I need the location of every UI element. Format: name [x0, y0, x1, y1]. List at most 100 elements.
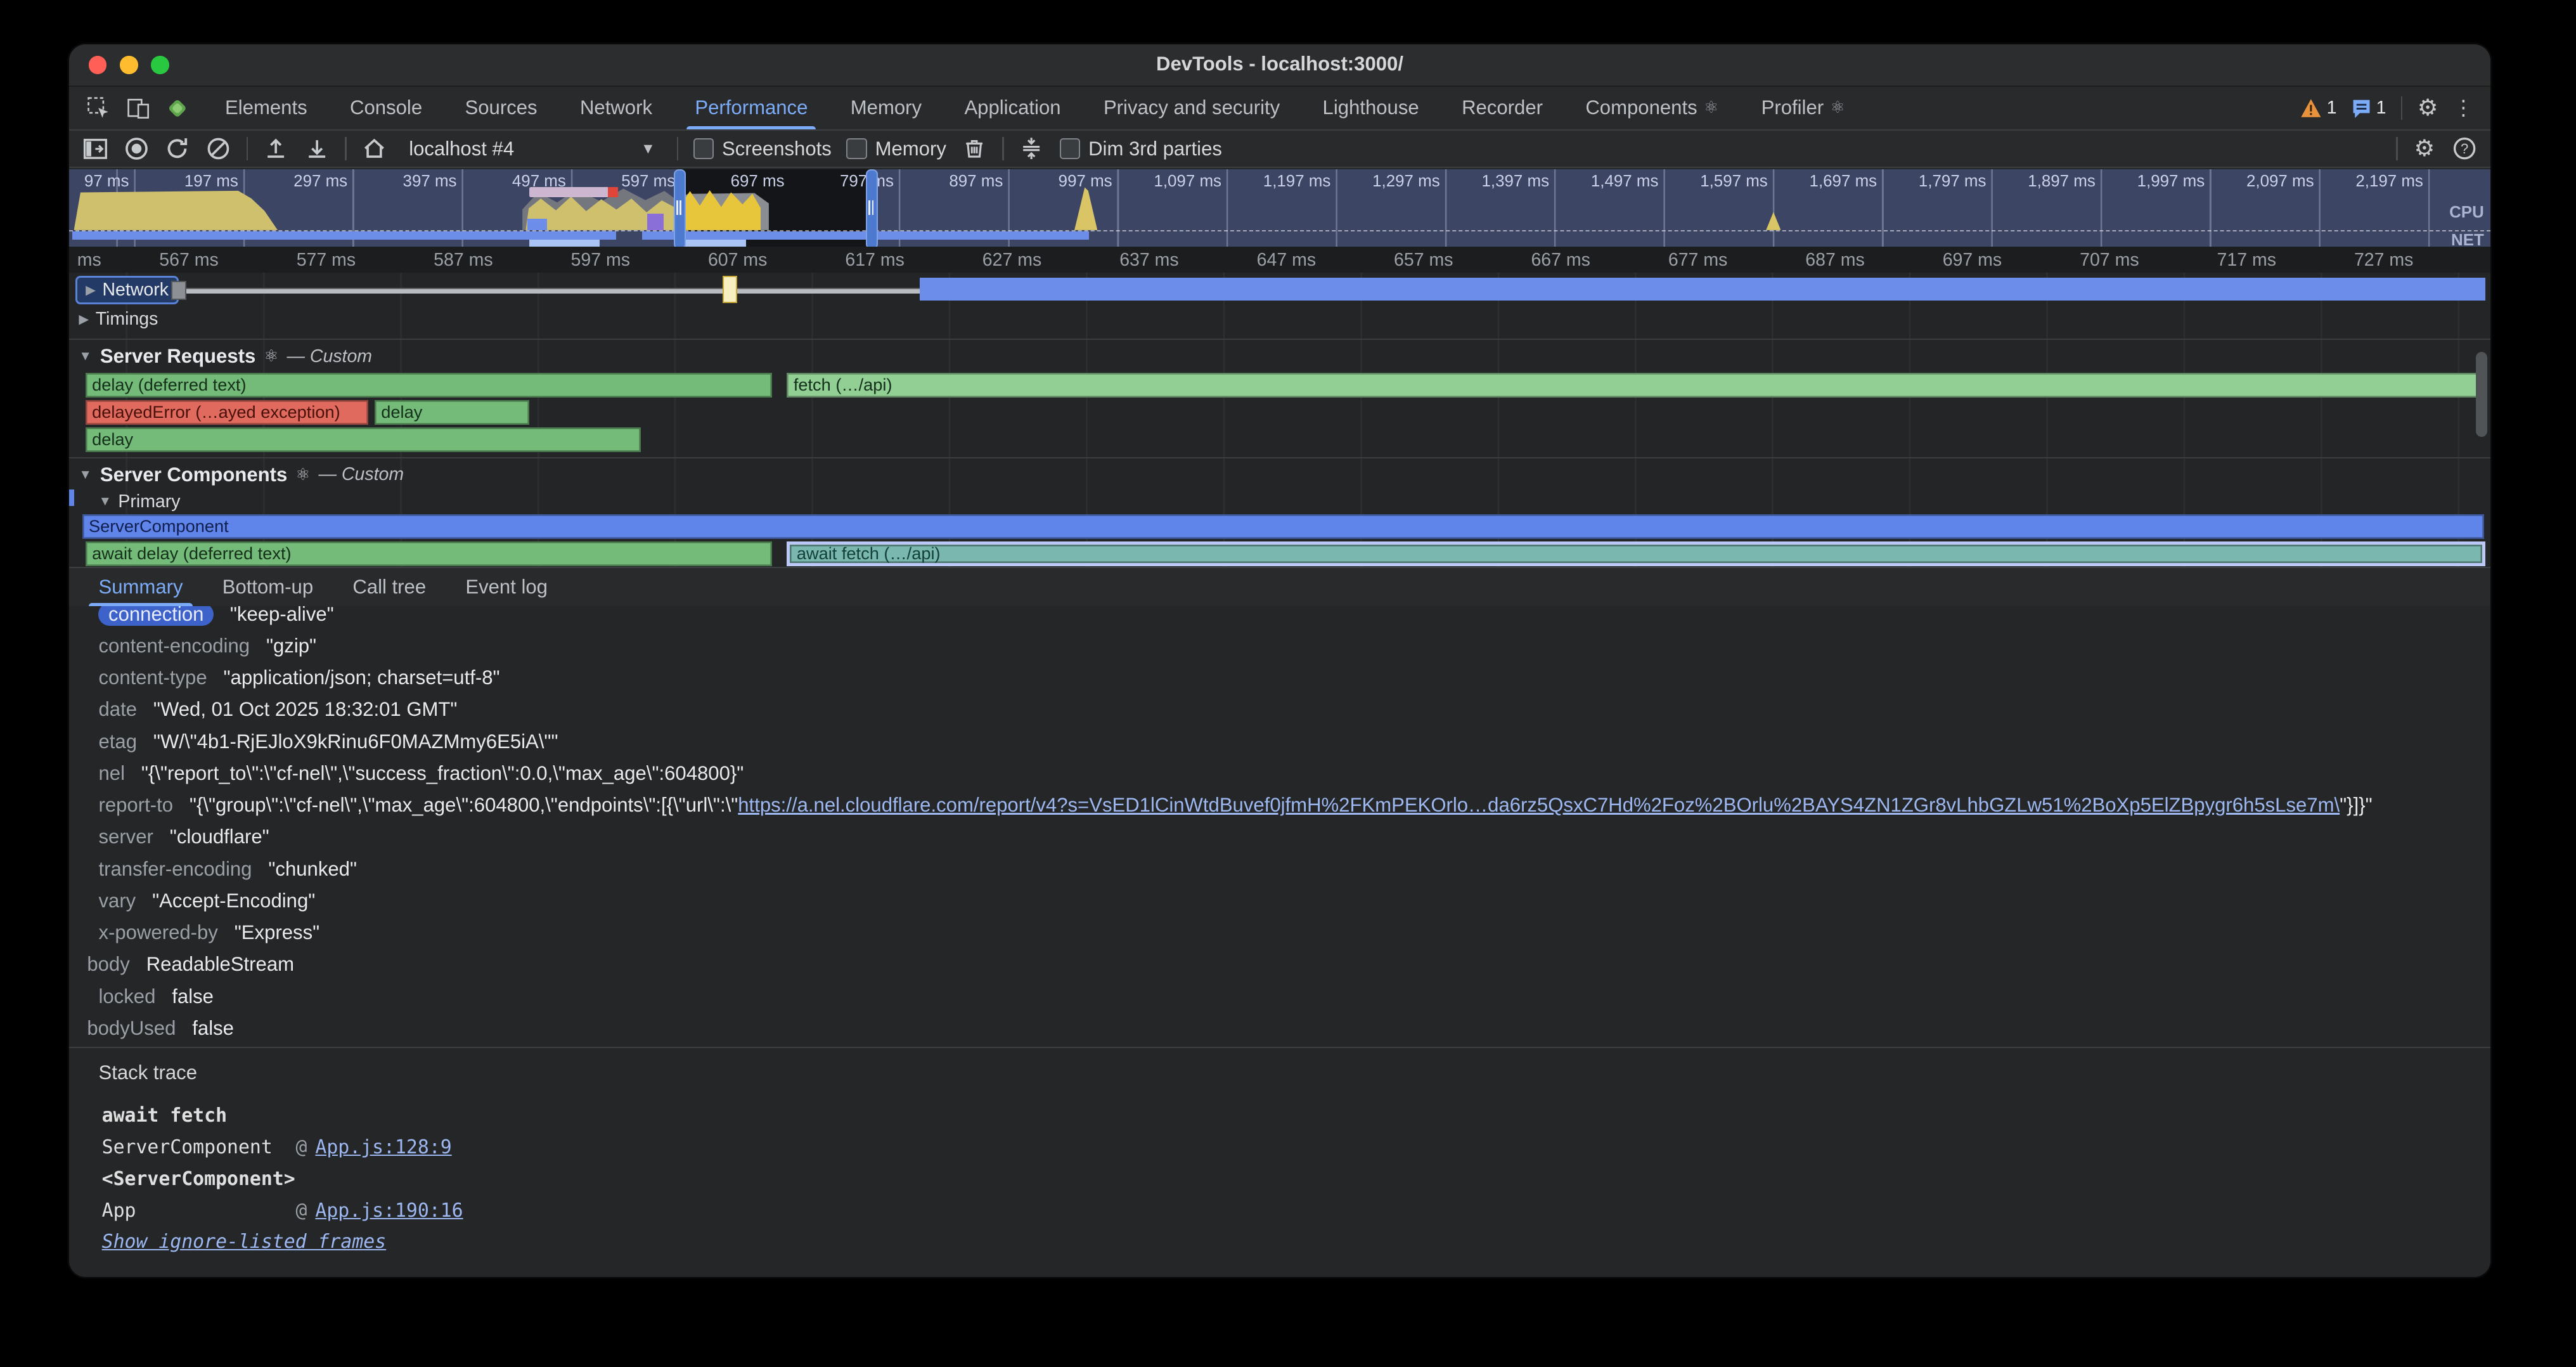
tab-performance[interactable]: Performance: [674, 87, 829, 129]
more-options-icon[interactable]: ⋮: [2453, 95, 2475, 120]
timeline-overview[interactable]: 97 ms197 ms297 ms397 ms497 ms597 ms697 m…: [69, 169, 2490, 247]
history-selected-value: localhost #4: [409, 138, 514, 160]
frame-source-link[interactable]: App.js:190:16: [315, 1200, 463, 1222]
tab-summary[interactable]: Summary: [79, 568, 202, 606]
property-value: "}]}": [2340, 794, 2372, 817]
ruler-tick-label: 687 ms: [1789, 250, 1881, 271]
property-value: ReadableStream: [146, 953, 294, 976]
flame-chart-entry[interactable]: await fetch (…/api): [787, 541, 2485, 566]
tab-privacy-and-security[interactable]: Privacy and security: [1082, 87, 1301, 129]
network-request-bar[interactable]: [920, 278, 2485, 301]
property-key: content-type: [98, 666, 207, 689]
flame-chart-entry[interactable]: ServerComponent: [82, 514, 2484, 539]
collapse-lanes-icon[interactable]: [1019, 136, 1045, 162]
network-request-marker[interactable]: [723, 276, 737, 303]
frame-function-name: await fetch: [102, 1105, 296, 1127]
flame-chart-entry[interactable]: delay: [375, 400, 529, 425]
separator: [1002, 137, 1004, 160]
frame-function-name: App: [102, 1200, 296, 1222]
save-profile-icon[interactable]: [304, 136, 330, 162]
memory-checkbox[interactable]: Memory: [846, 138, 946, 160]
overview-tick-label: 1,997 ms: [2099, 172, 2205, 191]
property-key: transfer-encoding: [98, 858, 252, 881]
issues-badge[interactable]: 1: [2352, 98, 2386, 119]
inspect-element-icon[interactable]: [86, 95, 112, 121]
tab-bottom-up[interactable]: Bottom-up: [203, 568, 333, 606]
collapse-triangle-icon[interactable]: ▼: [79, 349, 92, 364]
flame-chart-entry[interactable]: delay: [86, 427, 641, 452]
tab-network[interactable]: Network: [558, 87, 673, 129]
ruler-tick-label: 677 ms: [1652, 250, 1744, 271]
flame-chart-entry[interactable]: delay (deferred text): [86, 373, 772, 398]
tab-event-log[interactable]: Event log: [446, 568, 567, 606]
capture-settings-gear-icon[interactable]: ⚙: [2414, 137, 2435, 160]
flame-chart-entry[interactable]: await delay (deferred text): [86, 541, 772, 566]
ruler-tick-label: 627 ms: [966, 250, 1058, 271]
collapse-triangle-icon[interactable]: ▶: [86, 282, 96, 298]
summary-pane[interactable]: connection"keep-alive"content-encoding"g…: [69, 606, 2490, 1047]
property-key: content-encoding: [98, 635, 250, 658]
tab-profiler[interactable]: Profiler⚛: [1740, 87, 1866, 129]
primary-group-label[interactable]: Primary: [118, 491, 180, 512]
overview-right-handle[interactable]: [866, 169, 879, 247]
cpu-activity-shape: [74, 187, 283, 230]
record-button[interactable]: [123, 136, 149, 162]
collect-garbage-icon[interactable]: [961, 136, 987, 162]
flame-chart-entry[interactable]: delayedError (…ayed exception): [86, 400, 368, 425]
tab-recorder[interactable]: Recorder: [1440, 87, 1564, 129]
tab-memory[interactable]: Memory: [829, 87, 943, 129]
timings-track-label[interactable]: Timings: [96, 309, 158, 330]
warnings-badge[interactable]: 1: [2300, 98, 2336, 119]
overview-left-handle[interactable]: [674, 169, 686, 247]
collapse-triangle-icon[interactable]: ▼: [79, 467, 92, 483]
issue-count: 1: [2376, 98, 2386, 119]
screenshots-label: Screenshots: [722, 138, 832, 160]
overview-tick-label: 497 ms: [461, 172, 566, 191]
toggle-sidebar-icon[interactable]: [82, 136, 108, 162]
clear-recording-button[interactable]: [205, 136, 231, 162]
react-atom-icon: ⚛: [1704, 98, 1718, 117]
property-value: false: [172, 985, 214, 1008]
settings-gear-icon[interactable]: ⚙: [2418, 96, 2438, 119]
tab-application[interactable]: Application: [943, 87, 1083, 129]
tracks-scrollbar-thumb[interactable]: [2476, 352, 2487, 437]
tab-sources[interactable]: Sources: [444, 87, 558, 129]
tab-call-tree[interactable]: Call tree: [333, 568, 446, 606]
ruler-tick-label: 667 ms: [1515, 250, 1607, 271]
timeline-ruler[interactable]: ms567 ms577 ms587 ms597 ms607 ms617 ms62…: [69, 247, 2490, 274]
frame-source-link[interactable]: App.js:128:9: [315, 1136, 451, 1158]
property-value: "W/\"4b1-RjEJloX9kRinu6F0MAZMmy6E5iA\"": [153, 730, 558, 753]
device-toolbar-icon[interactable]: [125, 95, 151, 121]
overview-tick-label: 2,197 ms: [2318, 172, 2423, 191]
property-value: "cloudflare": [170, 826, 269, 848]
stack-frame: App@App.js:190:16: [102, 1195, 463, 1227]
tab-lighthouse[interactable]: Lighthouse: [1301, 87, 1441, 129]
overview-tick-label: 97 ms: [69, 172, 129, 191]
track-resize-grip[interactable]: [171, 281, 187, 300]
collapse-triangle-icon[interactable]: ▶: [79, 311, 89, 327]
collapse-triangle-icon[interactable]: ▼: [98, 494, 112, 509]
dim-3rd-parties-checkbox[interactable]: Dim 3rd parties: [1060, 138, 1222, 160]
overview-tick-label: 1,397 ms: [1444, 172, 1549, 191]
history-select[interactable]: localhost #4 ▼: [402, 138, 662, 160]
tab-elements[interactable]: Elements: [203, 87, 328, 129]
help-icon[interactable]: ?: [2451, 136, 2477, 162]
window-title: DevTools - localhost:3000/: [69, 53, 2490, 75]
home-icon[interactable]: [361, 136, 387, 162]
tab-console[interactable]: Console: [328, 87, 443, 129]
record-and-reload-button[interactable]: [164, 136, 190, 162]
property-key: x-powered-by: [98, 921, 217, 944]
tab-components[interactable]: Components⚛: [1564, 87, 1740, 129]
summary-row: bodyUsedfalse: [69, 1013, 2490, 1044]
property-key: etag: [98, 730, 137, 753]
show-ignore-listed-frames-link[interactable]: Show ignore-listed frames: [102, 1231, 386, 1253]
network-track-header[interactable]: ▶ Network: [75, 276, 179, 304]
extension-icon[interactable]: [164, 95, 190, 121]
flame-chart-tracks[interactable]: ▶ Network ▶ Timings ▼ Server Requests ⚛: [69, 273, 2490, 569]
screenshots-checkbox[interactable]: Screenshots: [693, 138, 832, 160]
report-url-link[interactable]: https://a.nel.cloudflare.com/report/v4?s…: [738, 794, 2340, 817]
flame-chart-entry[interactable]: fetch (…/api): [787, 373, 2485, 398]
load-profile-icon[interactable]: [263, 136, 289, 162]
server-requests-track-label[interactable]: Server Requests: [100, 345, 255, 368]
server-components-track-label[interactable]: Server Components: [100, 463, 287, 486]
